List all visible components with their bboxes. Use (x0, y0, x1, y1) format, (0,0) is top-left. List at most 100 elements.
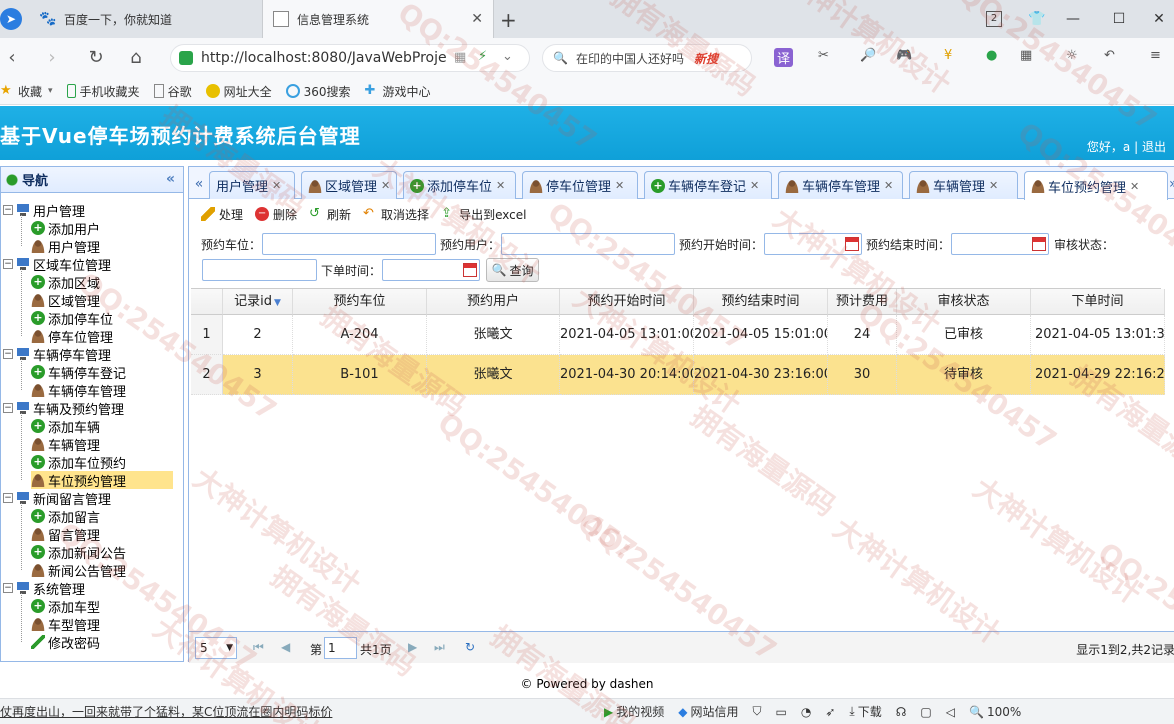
maximize-icon[interactable]: ☐ (1108, 8, 1130, 30)
nav-item[interactable]: + 添加留言 (31, 507, 173, 526)
grid-column-header[interactable]: 预计费用 (828, 289, 897, 315)
back-icon[interactable]: ‹ (0, 46, 24, 70)
close-tab-icon[interactable]: ✕ (272, 179, 281, 192)
bookmark-item[interactable]: ✚ 游戏中心 (365, 83, 431, 100)
export-button[interactable]: ⇪ 导出到excel (441, 206, 526, 223)
nav-item[interactable]: 修改密码 (31, 633, 173, 652)
user-filter-input[interactable] (501, 233, 675, 255)
delete-button[interactable]: − 删除 (255, 206, 297, 223)
grid-column-header[interactable]: 记录id ▼ (223, 289, 293, 315)
minimize-icon[interactable]: — (1062, 8, 1084, 30)
reload-page-icon[interactable]: ↻ (465, 640, 475, 654)
main-tab[interactable]: + 车辆停车登记 ✕ (644, 171, 772, 199)
close-tab-icon[interactable]: ✕ (496, 179, 505, 192)
query-button[interactable]: 🔍 查询 (486, 258, 539, 282)
qr-icon[interactable]: ▦ (454, 50, 466, 65)
magnifier-icon[interactable]: 🔎 (860, 48, 876, 63)
collapse-toggle-icon[interactable]: − (3, 493, 13, 503)
nav-group[interactable]: − 区域车位管理 (3, 255, 111, 274)
home-icon[interactable]: ⌂ (124, 46, 148, 70)
grid-column-header[interactable]: 预约开始时间 (560, 289, 694, 315)
rocket-icon[interactable]: ➶ (825, 705, 835, 719)
collapse-toggle-icon[interactable]: − (3, 349, 13, 359)
close-window-icon[interactable]: ✕ (1148, 8, 1170, 30)
scissors-icon[interactable]: ✂ (818, 48, 829, 63)
coupon-icon[interactable]: ¥ (944, 48, 952, 63)
calendar-icon[interactable] (1032, 237, 1046, 251)
collapse-toggle-icon[interactable]: − (3, 205, 13, 215)
nav-group[interactable]: − 新闻留言管理 (3, 489, 111, 508)
main-tab[interactable]: 用户管理 ✕ (209, 171, 295, 199)
news-ticker[interactable]: 仗再度出山，一回来就带了个猛料，某C位顶流在圈内明码标价 (0, 703, 590, 720)
close-tab-icon[interactable]: ✕ (884, 179, 893, 192)
nav-item[interactable]: + 添加停车位 (31, 309, 173, 328)
window-icon[interactable]: ▢ (920, 705, 931, 719)
url-field[interactable]: http://localhost:8080/JavaWebProje (170, 44, 530, 72)
nav-item[interactable]: 停车位管理 (31, 327, 173, 346)
collapse-toggle-icon[interactable]: − (3, 403, 13, 413)
nav-item[interactable]: + 添加新闻公告 (31, 543, 173, 562)
nav-item[interactable]: 区域管理 (31, 291, 173, 310)
menu-icon[interactable]: ≡ (1150, 48, 1161, 63)
speaker-icon[interactable]: ◁ (946, 705, 955, 719)
site-credit-link[interactable]: ◆ 网站信用 (678, 703, 738, 720)
forward-icon[interactable]: › (40, 46, 64, 70)
zoom-control[interactable]: 🔍 100% (969, 705, 1021, 719)
new-tab-icon[interactable]: + (500, 8, 517, 32)
undo-icon[interactable]: ↶ (1104, 48, 1115, 63)
apps-grid-icon[interactable]: ▦ (1020, 48, 1032, 63)
collapse-toggle-icon[interactable]: − (3, 259, 13, 269)
next-page-icon[interactable]: ▶ (408, 640, 417, 654)
security-icon[interactable]: ⛉ (753, 704, 762, 719)
calendar-icon[interactable] (463, 263, 477, 277)
browser-tab-baidu[interactable]: 🐾 百度一下，你就知道 (30, 0, 260, 38)
nav-item[interactable]: + 添加用户 (31, 219, 173, 238)
headset-icon[interactable]: ☊ (896, 705, 907, 719)
nav-item[interactable]: 用户管理 (31, 237, 173, 256)
bookmark-item[interactable]: 网址大全 (205, 83, 272, 100)
game-icon[interactable]: 🎮 (896, 48, 912, 63)
close-tab-icon[interactable]: ✕ (471, 11, 483, 27)
order-time-input[interactable] (382, 259, 480, 281)
nav-item[interactable]: + 车辆停车登记 (31, 363, 173, 382)
grid-column-header[interactable]: 预约用户 (427, 289, 560, 315)
translate-icon[interactable]: 译 (774, 48, 794, 67)
grid-column-header[interactable]: 下单时间 (1031, 289, 1165, 315)
nav-group[interactable]: − 车辆停车管理 (3, 345, 111, 364)
my-video-link[interactable]: ▶ 我的视频 (604, 703, 664, 720)
nav-item[interactable]: 车辆停车管理 (31, 381, 173, 400)
calendar-icon[interactable] (845, 237, 859, 251)
download-link[interactable]: ⤓ 下载 (849, 703, 881, 720)
first-page-icon[interactable]: ⏮ (253, 640, 264, 655)
refresh-button[interactable]: ↺ 刷新 (309, 206, 351, 223)
wechat-icon[interactable]: ● (986, 48, 997, 63)
tabs-scroll-right-icon[interactable]: » (1169, 171, 1174, 198)
bookmark-item[interactable]: ★ 收藏 ▾ (0, 83, 53, 100)
nav-item[interactable]: 车位预约管理 (31, 471, 173, 490)
nav-group[interactable]: − 系统管理 (3, 579, 85, 598)
main-tab[interactable]: 停车位管理 ✕ (522, 171, 638, 199)
browser-logo-icon[interactable]: ➤ (0, 8, 22, 30)
bookmark-item[interactable]: 360搜索 (285, 83, 351, 100)
close-tab-icon[interactable]: ✕ (750, 179, 759, 192)
page-size-select[interactable]: 5 ▼ (195, 637, 237, 659)
end-date-input[interactable] (951, 233, 1049, 255)
start-date-input[interactable] (764, 233, 862, 255)
tabs-scroll-left-icon[interactable]: « (190, 171, 208, 198)
last-page-icon[interactable]: ⏭ (434, 640, 445, 655)
main-tab[interactable]: 车辆管理 ✕ (909, 171, 1018, 199)
nav-item[interactable]: 车型管理 (31, 615, 173, 634)
nav-item[interactable]: + 添加区域 (31, 273, 173, 292)
collapse-icon[interactable]: « (166, 171, 175, 187)
image-icon[interactable]: ▭ (776, 705, 787, 719)
close-tab-icon[interactable]: ✕ (1130, 180, 1139, 193)
browser-tab-active[interactable]: 信息管理系统 ✕ (262, 0, 494, 38)
table-row[interactable]: 1 2 A-204 张曦文 2021-04-05 13:01:00 2021-04-05 … (191, 315, 1165, 355)
main-tab[interactable]: 车位预约管理 ✕ (1024, 171, 1168, 200)
close-tab-icon[interactable]: ✕ (381, 179, 390, 192)
nav-item[interactable]: + 添加车位预约 (31, 453, 173, 472)
nav-item[interactable]: + 添加车辆 (31, 417, 173, 436)
speed-icon[interactable]: ◔ (801, 705, 811, 719)
nav-item[interactable]: 车辆管理 (31, 435, 173, 454)
grid-column-header[interactable]: 预约结束时间 (694, 289, 828, 315)
